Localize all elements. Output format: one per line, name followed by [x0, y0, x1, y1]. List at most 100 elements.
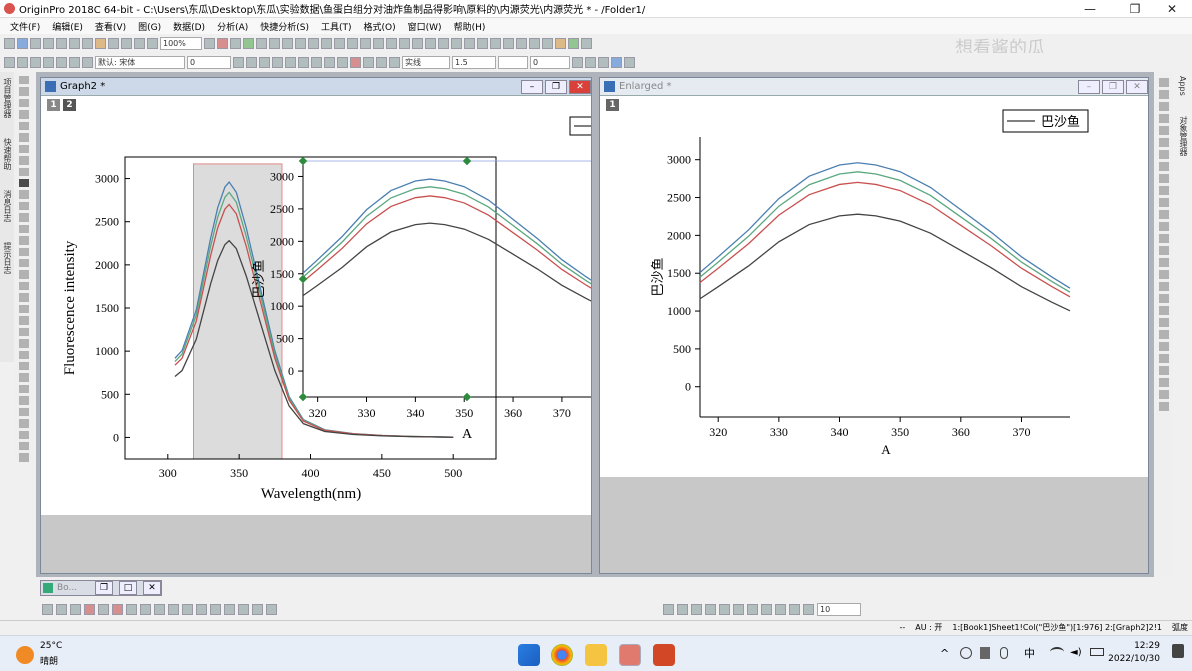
- same-height-icon[interactable]: [789, 603, 800, 615]
- import-icon[interactable]: [134, 37, 145, 49]
- right-tool-12-icon[interactable]: [1159, 210, 1169, 219]
- circle-icon[interactable]: [19, 236, 29, 245]
- object-align-bottom-icon[interactable]: [705, 603, 716, 615]
- region-icon[interactable]: [19, 156, 29, 165]
- menu-item-6[interactable]: 快捷分析(S): [254, 20, 315, 33]
- tray-chevron-icon[interactable]: ^: [940, 647, 949, 660]
- column-plot-icon[interactable]: [84, 603, 95, 615]
- menu-item-3[interactable]: 图(G): [132, 20, 167, 33]
- origin-taskbar-icon[interactable]: [619, 644, 641, 666]
- insert-table-icon[interactable]: [19, 293, 29, 302]
- maximize-icon[interactable]: ❐: [1115, 0, 1155, 18]
- add-layer-icon[interactable]: [386, 37, 397, 49]
- right-tool-22-icon[interactable]: [1159, 330, 1169, 339]
- polar-plot-icon[interactable]: [238, 603, 249, 615]
- freehand-icon[interactable]: [19, 270, 29, 279]
- box-plot-icon[interactable]: [112, 603, 123, 615]
- copy-page-icon[interactable]: [17, 56, 28, 68]
- 3d-plot-icon[interactable]: [168, 603, 179, 615]
- sync-icon[interactable]: [960, 647, 972, 659]
- bold-icon[interactable]: [233, 56, 244, 68]
- volume-icon[interactable]: ◄): [1070, 647, 1082, 658]
- extract-layer-icon[interactable]: [412, 37, 423, 49]
- object-manager-tab[interactable]: 对象管理器: [1178, 116, 1189, 156]
- zoom-out-icon[interactable]: [360, 37, 371, 49]
- weather-desc[interactable]: 晴朗: [40, 654, 58, 667]
- line-style-combo[interactable]: 实线: [402, 55, 450, 69]
- right-tool-4-icon[interactable]: [1159, 114, 1169, 123]
- enlarged-minimize-icon[interactable]: –: [1078, 79, 1100, 94]
- right-tool-1-icon[interactable]: [1159, 78, 1169, 87]
- object-manager-icon[interactable]: [282, 37, 293, 49]
- enlarged-close-icon[interactable]: ✕: [1126, 79, 1148, 94]
- matrix-icon[interactable]: [611, 56, 622, 68]
- line-symbol-icon[interactable]: [70, 603, 81, 615]
- arrow-icon[interactable]: [19, 190, 29, 199]
- right-tool-25-icon[interactable]: [1159, 366, 1169, 375]
- results-log-icon[interactable]: [243, 37, 254, 49]
- date-time-icon[interactable]: [19, 419, 29, 428]
- minimize-icon[interactable]: —: [1070, 0, 1110, 18]
- contour-plot-icon[interactable]: [154, 603, 165, 615]
- brush-icon[interactable]: [19, 144, 29, 154]
- z-axis-icon[interactable]: [490, 37, 501, 49]
- stacked-plot-icon[interactable]: [98, 603, 109, 615]
- insert-image-icon[interactable]: [19, 316, 29, 325]
- right-tool-19-icon[interactable]: [1159, 294, 1169, 303]
- font-color-icon[interactable]: [350, 56, 361, 68]
- right-tool-20-icon[interactable]: [1159, 306, 1169, 315]
- inset-selection-handle-1[interactable]: [462, 156, 472, 166]
- right-tool-10-icon[interactable]: [1159, 186, 1169, 195]
- book-close-icon[interactable]: ✕: [143, 581, 161, 595]
- screen-reader-icon[interactable]: [334, 37, 345, 49]
- inset-selection-handle-0[interactable]: [298, 156, 308, 166]
- right-tool-16-icon[interactable]: [1159, 258, 1169, 267]
- misc-value-combo[interactable]: 0: [530, 55, 570, 69]
- menu-item-0[interactable]: 文件(F): [4, 20, 46, 33]
- right-tool-27-icon[interactable]: [1159, 390, 1169, 399]
- prev-page-icon[interactable]: [516, 37, 527, 49]
- align-text-icon[interactable]: [337, 56, 348, 68]
- pie-plot-icon[interactable]: [140, 603, 151, 615]
- increase-font-icon[interactable]: [311, 56, 322, 68]
- rescale-icon[interactable]: [373, 37, 384, 49]
- refresh-icon[interactable]: [204, 37, 215, 49]
- right-tool-26-icon[interactable]: [1159, 378, 1169, 387]
- scatter-plot-icon[interactable]: [56, 603, 67, 615]
- new-matrix-icon[interactable]: [30, 37, 41, 49]
- graph2-minimize-icon[interactable]: –: [521, 79, 543, 94]
- color-scale-icon[interactable]: [19, 396, 29, 405]
- table-icon[interactable]: [598, 56, 609, 68]
- left-panel-label-3[interactable]: 提示日志: [2, 242, 13, 274]
- curved-arrow-icon[interactable]: [19, 201, 29, 211]
- cut-icon[interactable]: [43, 56, 54, 68]
- greek-icon[interactable]: [298, 56, 309, 68]
- command-window-icon[interactable]: [256, 37, 267, 49]
- weather-temp[interactable]: 25°C: [40, 641, 62, 651]
- pointer-icon[interactable]: [19, 76, 29, 85]
- code-builder-icon[interactable]: [230, 37, 241, 49]
- right-tool-28-icon[interactable]: [1159, 402, 1169, 411]
- scale-in-icon[interactable]: [19, 98, 29, 108]
- palette-icon[interactable]: [555, 37, 566, 49]
- right-tool-18-icon[interactable]: [1159, 282, 1169, 291]
- menu-item-9[interactable]: 窗口(W): [402, 20, 448, 33]
- open-icon[interactable]: [95, 37, 106, 49]
- weather-sun-icon[interactable]: [16, 646, 34, 664]
- book-maximize-icon[interactable]: □: [119, 581, 137, 595]
- scatter-icon[interactable]: [19, 361, 29, 371]
- close-icon[interactable]: ✕: [1152, 0, 1192, 18]
- right-tool-2-icon[interactable]: [1159, 90, 1169, 99]
- minimized-book-window[interactable]: Bo... ❐ □ ✕: [40, 580, 162, 596]
- menu-item-10[interactable]: 帮助(H): [448, 20, 492, 33]
- ime-indicator[interactable]: 中: [1024, 645, 1035, 661]
- menu-item-4[interactable]: 数据(D): [167, 20, 211, 33]
- first-page-icon[interactable]: [503, 37, 514, 49]
- fill-color-icon[interactable]: [363, 56, 374, 68]
- legend-icon[interactable]: [19, 384, 29, 394]
- line-color-icon[interactable]: [389, 56, 400, 68]
- right-tool-9-icon[interactable]: [1159, 174, 1169, 183]
- color-tool-icon[interactable]: [19, 430, 29, 439]
- cursor-icon[interactable]: [19, 133, 29, 142]
- save-template-icon[interactable]: [121, 37, 132, 49]
